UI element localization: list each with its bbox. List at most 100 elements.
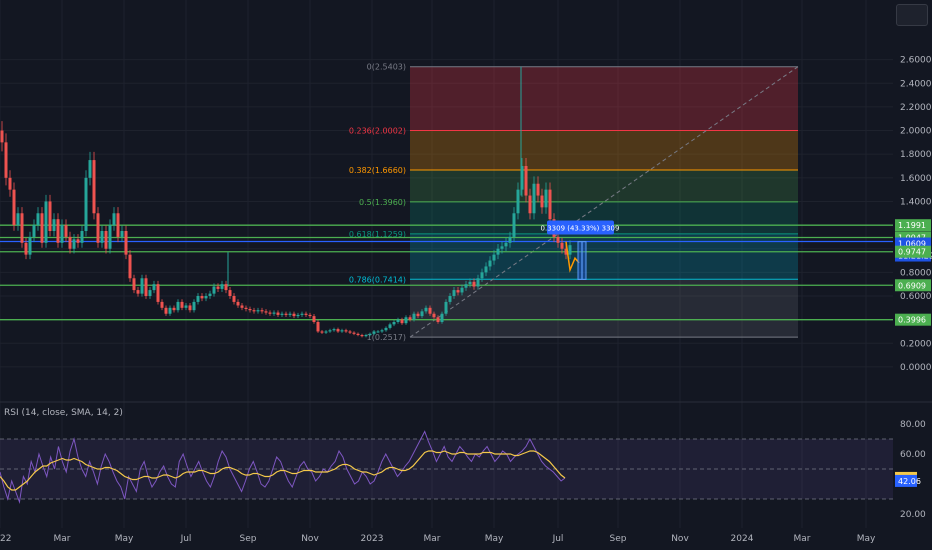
candle-body [300,313,304,315]
fib-band [410,130,798,171]
price-axis-label: 2.0000 [900,127,932,137]
candle-body [308,314,312,317]
candle-body [232,296,236,302]
fib-level-label: 0.786(0.7414) [349,275,406,284]
candle-body [304,313,308,315]
chart-menu-button[interactable] [896,4,928,26]
candle-body [296,314,300,317]
candle-body [456,290,460,293]
candle-body [416,313,420,317]
candle-body [540,195,544,208]
candle-body [392,322,396,325]
candle-body [128,254,132,279]
price-axis-label: 0.6000 [900,292,932,302]
candle-body [488,260,492,267]
candle-body [368,333,372,335]
candle-body [184,305,188,308]
price-axis-label: 0.0000 [900,363,932,373]
candle-body [196,296,200,302]
candle-body [332,329,336,331]
candle-body [224,284,228,291]
candle-body [384,327,388,331]
time-axis[interactable]: 2022 Mar May Jul Sep Nov 2023 Mar May Jul Sep Nov 20… [0,534,876,544]
candle-body [292,313,296,317]
time-axis-label: Nov [301,534,319,544]
candle-body [228,290,232,296]
candle-body [324,331,328,333]
candle-body [52,219,56,231]
candle-body [156,284,160,302]
time-axis-label: Mar [54,534,71,544]
candle-body [168,307,172,314]
candle-body [388,324,392,328]
candle-body [152,284,156,291]
rsi-axis-label: 80.00 [900,420,926,430]
candle-body [60,225,64,243]
candle-body [148,290,152,296]
candle-body [124,231,128,255]
rsi-axis-label: 60.00 [900,450,926,460]
fib-retracement[interactable]: 0(2.5403) 0.236(2.0002) 0.382(1.6660) 0.5(1… [349,63,799,342]
candle-body [24,242,28,255]
candle-body [64,225,68,237]
candle-body [244,307,248,309]
time-axis-label: 2024 [731,534,754,544]
fib-level-label: 0.382(1.6660) [349,166,406,175]
time-axis-label: Sep [610,534,627,544]
candle-body [320,331,324,333]
candle-body [548,189,552,220]
candle-body [404,317,408,324]
time-axis-label: Jul [552,534,564,544]
candle-body [260,310,264,312]
rsi-indicator-label[interactable]: RSI (14, close, SMA, 14, 2) [4,408,123,418]
candle-body [180,301,184,308]
candle-body [16,213,20,226]
candle-body [4,142,8,178]
candle-body [20,213,24,243]
time-axis-label: 2022 [0,534,11,544]
candle-body [420,311,424,317]
candle-body [508,236,512,243]
candle-body [432,313,436,318]
candle-body [524,166,528,196]
candle-body [176,301,180,311]
candle-body [96,213,100,243]
candle-body [48,201,52,231]
candle-body [68,236,72,249]
price-chart[interactable]: 0(2.5403) 0.236(2.0002) 0.382(1.6660) 0.5(1… [0,0,932,550]
candle-body [0,130,4,143]
candle-body [216,286,220,289]
candle-body [568,245,572,255]
candle-body [428,307,432,314]
candle-body [76,239,80,243]
candle-body [172,307,176,311]
price-tag-label: 0.9747 [898,248,926,257]
candle-body [436,317,440,322]
candle-body [312,316,316,322]
rsi-pane [0,430,893,504]
candle-body [256,310,260,312]
candle-body [460,287,464,293]
candle-body [376,331,380,333]
candle-body [80,231,84,243]
candle-body [100,231,104,243]
candle-body [492,254,496,261]
candle-body [448,296,452,302]
time-axis-label: May [857,534,876,544]
candle-body [88,160,92,178]
price-tag-label: 1.1991 [898,221,926,230]
candle-body [192,301,196,311]
candle-body [188,305,192,311]
candle-body [344,330,348,332]
candle-body [348,331,352,333]
candle-body [408,317,412,320]
candle-body [160,301,164,308]
candle-body [532,183,536,214]
candle-body [36,213,40,226]
candle-body [372,331,376,334]
fib-level-label: 0.236(2.0002) [349,127,406,136]
candle-body [528,195,532,214]
candle-body [444,301,448,314]
candle-body [544,189,548,208]
time-axis-label: Jul [180,534,192,544]
